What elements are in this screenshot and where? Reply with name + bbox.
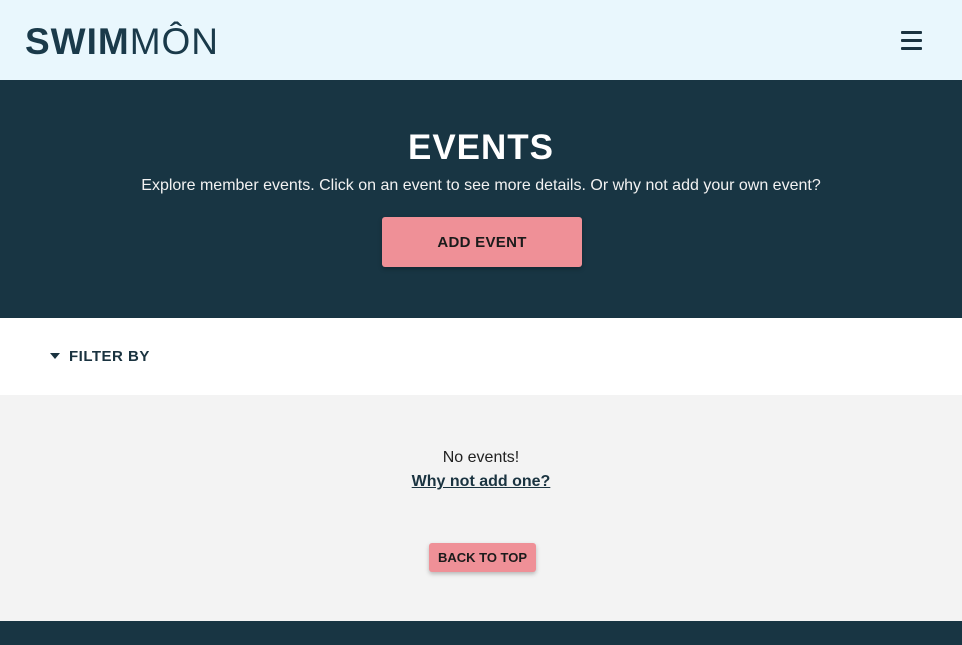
back-to-top-button[interactable]: BACK TO TOP (429, 543, 536, 572)
caret-down-icon (50, 353, 60, 359)
filter-by-label: FILTER BY (69, 347, 150, 365)
site-header: SWIMMÔN (0, 0, 962, 80)
page-description: Explore member events. Click on an event… (141, 177, 821, 194)
filter-by-toggle[interactable]: FILTER BY (50, 345, 150, 367)
events-content: No events! Why not add one? BACK TO TOP (0, 395, 962, 621)
empty-state-message: No events! (442, 449, 520, 466)
why-not-add-one-link[interactable]: Why not add one? (412, 473, 551, 490)
filter-bar: FILTER BY (0, 318, 962, 395)
menu-line (900, 46, 922, 50)
add-one-link-container: Why not add one? (0, 472, 962, 492)
menu-line (900, 38, 922, 42)
page-title: EVENTS (407, 128, 555, 167)
site-footer (0, 621, 962, 645)
hamburger-menu-icon[interactable] (896, 26, 926, 54)
menu-line (900, 30, 922, 34)
add-event-button[interactable]: ADD EVENT (382, 217, 582, 267)
site-logo[interactable]: SWIMMÔN (25, 20, 219, 64)
logo-text-thin: MÔN (129, 21, 220, 62)
logo-text-bold: SWIM (25, 21, 130, 62)
events-hero: EVENTS Explore member events. Click on a… (0, 80, 962, 318)
